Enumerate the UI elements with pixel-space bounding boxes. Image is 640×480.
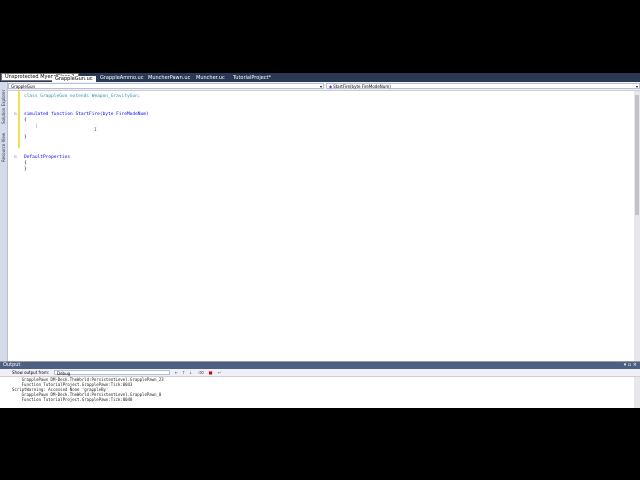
- code-editor[interactable]: GrappleGun ▾ ◆StartFire(byte FireModeNum…: [8, 82, 640, 373]
- collapse-icon[interactable]: ⊟: [14, 154, 16, 159]
- code-line-brace-open-2: {: [24, 161, 27, 166]
- panel-controls[interactable]: ▾ ▫ ×: [624, 362, 637, 369]
- changed-lines-marker: [18, 91, 20, 148]
- code-line-function-text: simulated function StartFire(byte FireMo…: [24, 112, 149, 117]
- output-toolbar: Show output from: Debug ⇤ ↑ ↓ ⌫ ■ ↵: [0, 369, 640, 377]
- clear-all-icon[interactable]: ⌫: [198, 370, 204, 375]
- type-dropdown[interactable]: GrappleGun ▾: [8, 83, 324, 89]
- code-line-defaultproperties-text: DefaultProperties: [24, 155, 71, 160]
- output-source-value: Debug: [57, 371, 71, 376]
- code-line-brace-close: }: [24, 135, 27, 140]
- tab-label: MuncherPawn.uc: [148, 75, 191, 81]
- code-line-brace-open: {: [24, 118, 27, 123]
- member-dropdown-value: StartFire(byte FireModeNum): [333, 84, 391, 89]
- chevron-down-icon: ▾: [635, 84, 638, 89]
- tab-tutorialproject[interactable]: TutorialProject*: [230, 74, 274, 82]
- solution-explorer-tab[interactable]: Solution Explorer: [1, 84, 6, 124]
- text-caret-line: |: [24, 124, 38, 129]
- output-vertical-scrollbar[interactable]: [634, 377, 640, 408]
- output-title-bar: Output ▾ ▫ ×: [0, 362, 640, 369]
- editor-vertical-scrollbar[interactable]: [634, 91, 640, 362]
- ide-window: Unsprotected MyendClass 1 GrappleGun.uc …: [0, 73, 640, 408]
- tab-grappleammo[interactable]: GrappleAmmo.uc: [97, 74, 146, 82]
- collapse-icon[interactable]: ⊟: [14, 111, 16, 116]
- code-line-brace-close-2: }: [24, 167, 27, 172]
- navigation-bar: GrappleGun ▾ ◆StartFire(byte FireModeNum…: [8, 82, 640, 91]
- member-dropdown[interactable]: ◆StartFire(byte FireModeNum) ▾: [326, 83, 640, 89]
- method-icon: ◆: [329, 84, 333, 89]
- output-text[interactable]: GrapplePawn DM-Deck.TheWorld:PersistentL…: [12, 377, 632, 408]
- code-line-defaultproperties: DefaultProperties: [24, 155, 70, 160]
- mouse-cursor-icon: I: [94, 128, 97, 133]
- output-source-select[interactable]: Debug: [54, 370, 170, 376]
- side-tool-strip: Solution Explorer Resource View: [0, 82, 8, 372]
- output-panel: Output ▾ ▫ × Show output from: Debug ⇤ ↑…: [0, 361, 640, 408]
- code-line-class-decl: class GrappleGun extends Weapon_GravityG…: [24, 94, 141, 99]
- stop-icon[interactable]: ■: [208, 370, 213, 375]
- tab-label: Muncher.uc: [196, 75, 225, 81]
- prev-message-icon[interactable]: ↑: [181, 370, 186, 375]
- tab-muncher[interactable]: Muncher.uc: [193, 74, 228, 82]
- word-wrap-icon[interactable]: ↵: [217, 370, 222, 375]
- find-message-icon[interactable]: ⇤: [174, 370, 179, 375]
- type-dropdown-value: GrappleGun: [11, 84, 36, 89]
- document-tab-strip: Unsprotected MyendClass 1 GrappleGun.uc …: [0, 73, 640, 82]
- tab-muncherpawn[interactable]: MuncherPawn.uc: [145, 74, 193, 82]
- next-message-icon[interactable]: ↓: [188, 370, 193, 375]
- output-title: Output: [3, 362, 21, 368]
- tab-label: TutorialProject*: [233, 75, 271, 81]
- resource-view-tab[interactable]: Resource View: [1, 126, 6, 162]
- output-line: Function TutorialProject.GrapplePawn:Tic…: [12, 397, 133, 402]
- tab-label: GrappleAmmo.uc: [100, 75, 144, 81]
- chevron-down-icon: ▾: [319, 84, 322, 89]
- scrollbar-thumb[interactable]: [635, 95, 639, 215]
- show-output-label: Show output from:: [12, 370, 50, 375]
- code-line-function: simulated function StartFire(byte FireMo…: [24, 112, 149, 117]
